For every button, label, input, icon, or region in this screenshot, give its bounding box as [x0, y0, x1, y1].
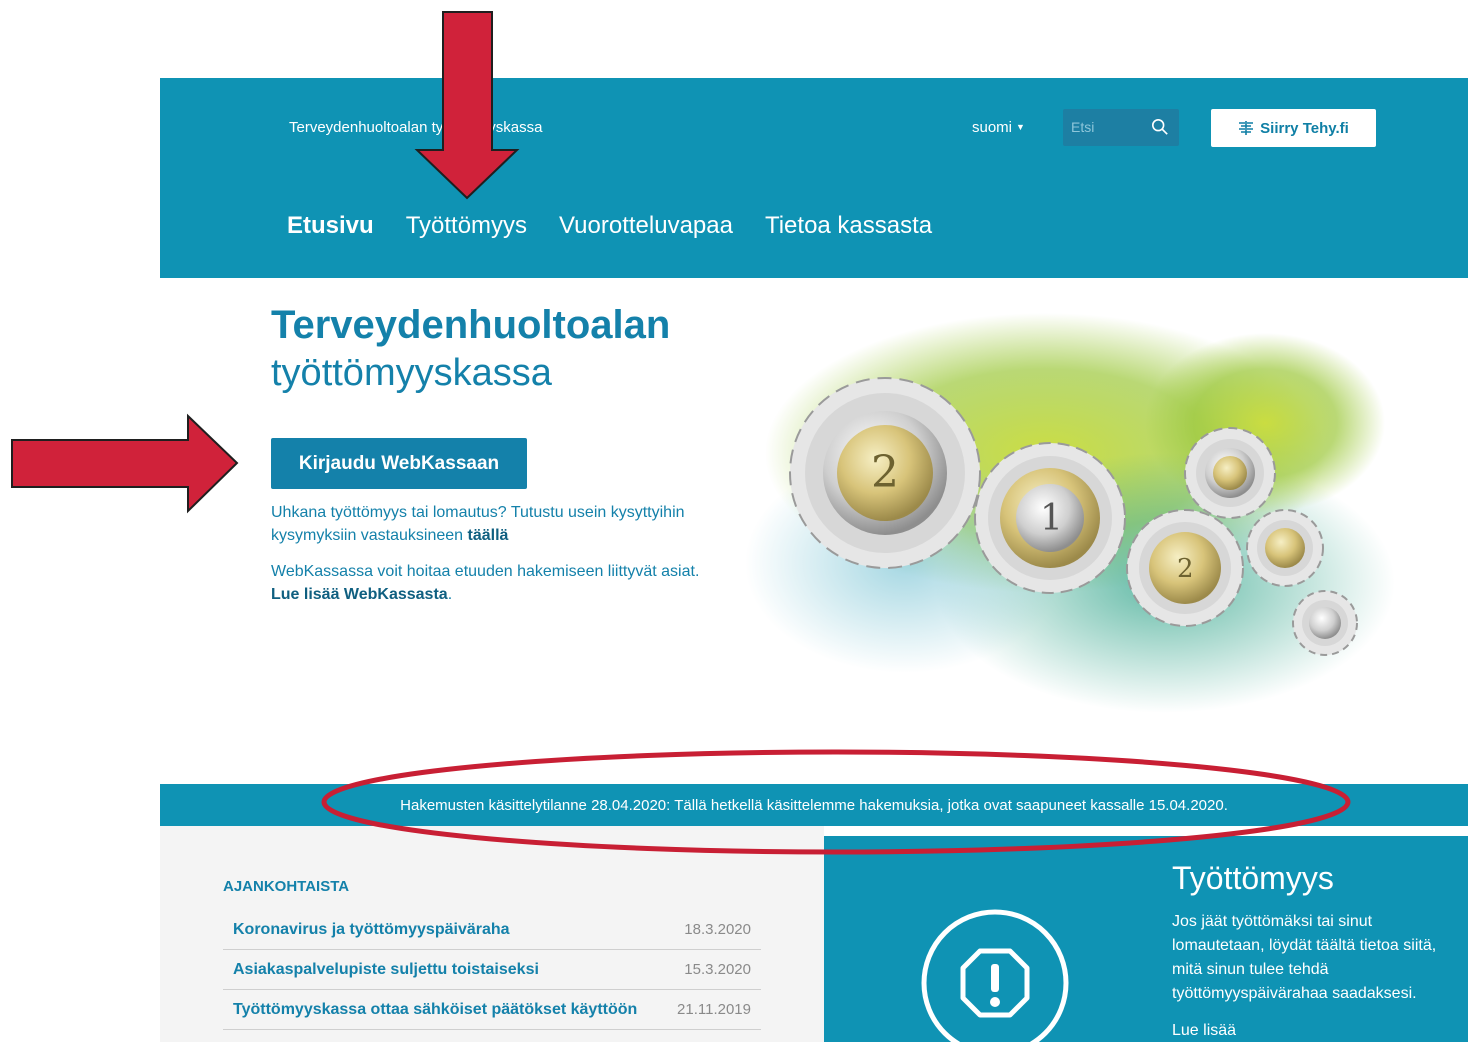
news-item-title[interactable]: Koronavirus ja työttömyyspäiväraha [233, 921, 510, 939]
hero-title: Terveydenhuoltoalan [271, 303, 671, 347]
tehy-button-label: Siirry Tehy.fi [1260, 119, 1349, 137]
processing-status-text: Hakemusten käsittelytilanne 28.04.2020: … [400, 796, 1228, 814]
caret-down-icon: ▼ [1016, 122, 1025, 132]
unemployment-panel: Työttömyys Jos jäät työttömäksi tai sinu… [824, 836, 1468, 1042]
news-item[interactable]: Työttömyyskassa ottaa sähköiset päätökse… [223, 990, 761, 1030]
site-header: Terveydenhuoltoalan työttömyyskassa suom… [160, 78, 1468, 278]
webkassa-read-more-link[interactable]: Lue lisää WebKassasta [271, 586, 448, 603]
nav-item-tietoa-kassasta[interactable]: Tietoa kassasta [765, 212, 932, 240]
webkassa-paragraph: WebKassassa voit hoitaa etuuden hakemise… [271, 560, 711, 606]
news-section: AJANKOHTAISTA Koronavirus ja työttömyysp… [160, 826, 824, 1042]
exclamation-octagon-icon [921, 909, 1069, 1042]
search-icon[interactable] [1151, 118, 1169, 136]
tehy-link-button[interactable]: Siirry Tehy.fi [1211, 109, 1376, 147]
svg-text:1: 1 [1040, 498, 1063, 539]
webkassa-login-button[interactable]: Kirjaudu WebKassaan [271, 438, 527, 489]
euro-gears-illustration: 2 1 2 [745, 313, 1395, 713]
search-input[interactable] [1071, 117, 1141, 137]
svg-text:2: 2 [1177, 554, 1194, 584]
unemployment-text: Jos jäät työttömäksi tai sinut lomauteta… [1172, 913, 1437, 1002]
news-item[interactable]: Asiakaspalvelupiste suljettu toistaiseks… [223, 950, 761, 990]
webkassa-text: WebKassassa voit hoitaa etuuden hakemise… [271, 563, 700, 580]
nav-item-etusivu[interactable]: Etusivu [287, 212, 374, 240]
tehy-logo-icon [1239, 121, 1254, 135]
news-heading: AJANKOHTAISTA [223, 878, 350, 895]
brand-link[interactable]: Terveydenhuoltoalan työttömyyskassa [289, 119, 542, 136]
faq-paragraph: Uhkana työttömyys tai lomautus? Tutustu … [271, 501, 711, 547]
processing-status-banner: Hakemusten käsittelytilanne 28.04.2020: … [160, 784, 1468, 826]
news-item-date: 21.11.2019 [677, 1001, 751, 1018]
unemployment-read-more-link[interactable]: Lue lisää [1172, 1022, 1236, 1040]
language-selector[interactable]: suomi ▼ [972, 119, 1025, 136]
news-item-title[interactable]: Asiakaspalvelupiste suljettu toistaiseks… [233, 961, 539, 979]
nav-item-vuorotteluvapaa[interactable]: Vuorotteluvapaa [559, 212, 733, 240]
nav-item-tyottomyys[interactable]: Työttömyys [406, 212, 527, 240]
unemployment-title: Työttömyys [1172, 860, 1334, 896]
news-item-title[interactable]: Työttömyyskassa ottaa sähköiset päätökse… [233, 1001, 637, 1019]
search-box [1063, 109, 1179, 146]
svg-text:2: 2 [871, 447, 899, 498]
page: Terveydenhuoltoalan työttömyyskassa suom… [160, 78, 1468, 1042]
news-list: Koronavirus ja työttömyyspäiväraha 18.3.… [223, 910, 761, 1030]
faq-link[interactable]: täällä [468, 527, 509, 544]
main-nav: Etusivu Työttömyys Vuorotteluvapaa Tieto… [287, 212, 932, 240]
hero-subtitle: työttömyyskassa [271, 352, 552, 394]
webkassa-period: . [447, 586, 453, 603]
news-item-date: 18.3.2020 [684, 921, 751, 938]
news-item[interactable]: Koronavirus ja työttömyyspäiväraha 18.3.… [223, 910, 761, 950]
language-label: suomi [972, 119, 1013, 136]
news-item-date: 15.3.2020 [684, 961, 751, 978]
